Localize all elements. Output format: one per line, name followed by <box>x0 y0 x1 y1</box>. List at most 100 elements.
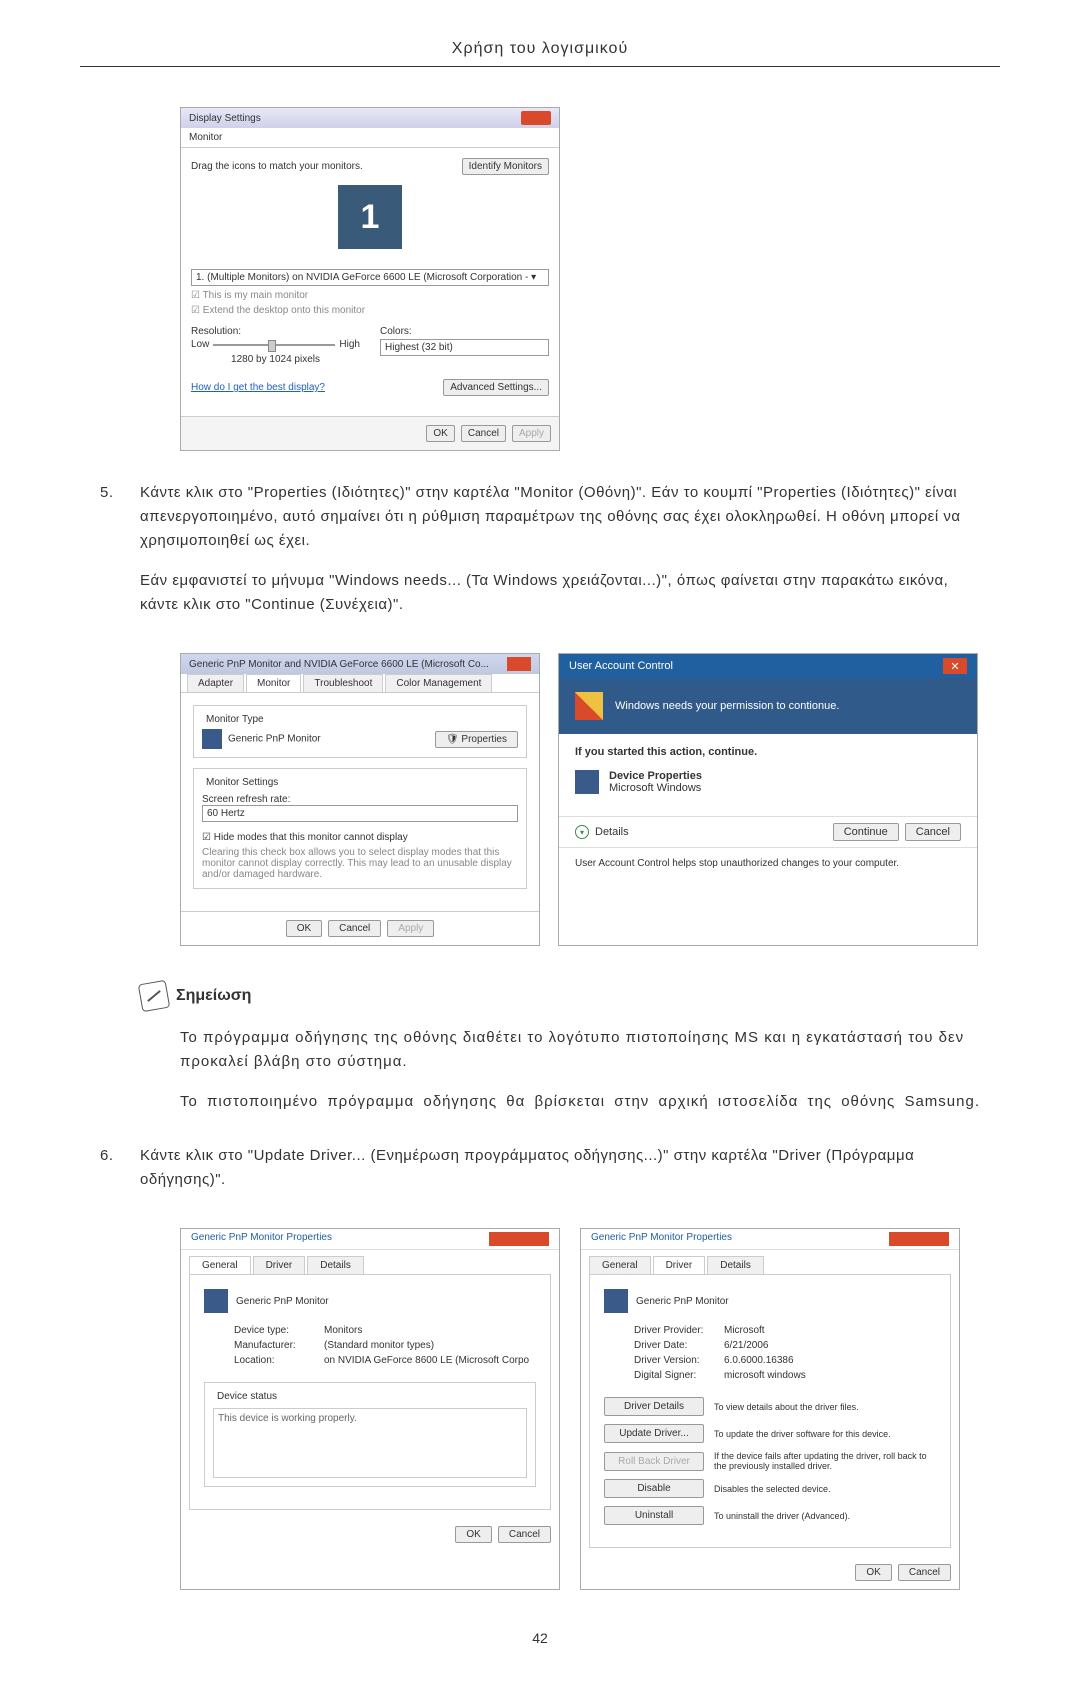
uac-ms-windows: Microsoft Windows <box>609 782 702 794</box>
close-icon[interactable] <box>489 1232 549 1246</box>
prop-drv-title: Generic PnP Monitor Properties <box>591 1232 732 1246</box>
tab-driver[interactable]: Driver <box>253 1256 306 1274</box>
tab-color-management[interactable]: Color Management <box>385 674 492 692</box>
step-5-para-2: Εάν εμφανιστεί το μήνυμα "Windows needs.… <box>140 569 980 617</box>
monitor-icon[interactable]: 1 <box>338 185 402 249</box>
provider-label: Driver Provider: <box>634 1325 724 1336</box>
chevron-down-icon[interactable]: ▾ <box>575 825 589 839</box>
cancel-button[interactable]: Cancel <box>898 1564 951 1581</box>
device-icon <box>575 770 599 794</box>
cancel-button[interactable]: Cancel <box>328 920 381 937</box>
device-status-text: This device is working properly. <box>213 1408 527 1478</box>
uac-title-text: User Account Control <box>569 660 673 672</box>
monitor-settings-group: Monitor Settings <box>202 777 282 788</box>
advanced-settings-button[interactable]: Advanced Settings... <box>443 379 549 396</box>
tab-details[interactable]: Details <box>307 1256 364 1274</box>
device-type-value: Monitors <box>324 1325 362 1336</box>
monitor-icon <box>202 729 222 749</box>
display-settings-window: Display Settings Monitor Drag the icons … <box>180 107 560 451</box>
location-label: Location: <box>234 1355 324 1366</box>
extend-desktop-check[interactable]: ☑ Extend the desktop onto this monitor <box>191 305 549 316</box>
device-status-label: Device status <box>213 1391 281 1402</box>
step-6-number: 6. <box>100 1144 124 1208</box>
page-number: 42 <box>80 1630 1000 1646</box>
uac-subtitle: If you started this action, continue. <box>575 746 961 758</box>
uac-device-prop: Device Properties <box>609 770 702 782</box>
hide-modes-check[interactable]: ☑ Hide modes that this monitor cannot di… <box>202 832 518 843</box>
shield-icon <box>575 692 603 720</box>
monitor-icon <box>204 1289 228 1313</box>
rollback-text: If the device fails after updating the d… <box>714 1451 936 1471</box>
monitor-type-group: Monitor Type <box>202 714 268 725</box>
tab-general[interactable]: General <box>189 1256 251 1274</box>
date-label: Driver Date: <box>634 1340 724 1351</box>
ok-button[interactable]: OK <box>455 1526 491 1543</box>
tab-adapter[interactable]: Adapter <box>187 674 244 692</box>
pnp-properties-general: Generic PnP Monitor Properties General D… <box>180 1228 560 1590</box>
update-driver-text: To update the driver software for this d… <box>714 1429 936 1439</box>
tab-driver[interactable]: Driver <box>653 1256 706 1274</box>
ds-monitor-tab[interactable]: Monitor <box>181 128 559 148</box>
disable-button[interactable]: Disable <box>604 1479 704 1498</box>
resolution-label: Resolution: <box>191 326 360 337</box>
cancel-button[interactable]: Cancel <box>905 823 961 841</box>
ok-button[interactable]: OK <box>286 920 322 937</box>
resolution-slider[interactable]: Low High <box>191 339 360 350</box>
apply-button: Apply <box>387 920 434 937</box>
properties-button[interactable]: 🛡 Properties <box>435 731 518 748</box>
manufacturer-label: Manufacturer: <box>234 1340 324 1351</box>
main-monitor-check[interactable]: ☑ This is my main monitor <box>191 290 549 301</box>
continue-button[interactable]: Continue <box>833 823 899 841</box>
tab-monitor[interactable]: Monitor <box>246 674 301 692</box>
update-driver-button[interactable]: Update Driver... <box>604 1424 704 1443</box>
close-icon[interactable] <box>521 111 551 125</box>
driver-details-button[interactable]: Driver Details <box>604 1397 704 1416</box>
hide-modes-text: Clearing this check box allows you to se… <box>202 847 518 880</box>
monitor-icon <box>604 1289 628 1313</box>
apply-button: Apply <box>512 425 551 442</box>
uninstall-button[interactable]: Uninstall <box>604 1506 704 1525</box>
monitor-combo[interactable]: 1. (Multiple Monitors) on NVIDIA GeForce… <box>191 269 549 286</box>
mon-dialog-title: Generic PnP Monitor and NVIDIA GeForce 6… <box>189 659 489 670</box>
tab-details[interactable]: Details <box>707 1256 764 1274</box>
colors-combo[interactable]: Highest (32 bit) <box>380 339 549 356</box>
uac-details-link[interactable]: Details <box>595 826 629 838</box>
provider-value: Microsoft <box>724 1325 765 1336</box>
rollback-button: Roll Back Driver <box>604 1452 704 1471</box>
note-icon <box>138 980 170 1012</box>
close-icon[interactable]: ✕ <box>943 658 967 674</box>
uac-dialog: User Account Control ✕ Windows needs you… <box>558 653 978 946</box>
ds-title-text: Display Settings <box>189 113 261 124</box>
identify-monitors-button[interactable]: Identify Monitors <box>462 158 549 175</box>
best-display-link[interactable]: How do I get the best display? <box>191 382 325 393</box>
refresh-rate-combo[interactable]: 60 Hertz <box>202 805 518 822</box>
ds-drag-text: Drag the icons to match your monitors. <box>191 161 363 172</box>
prop-drv-name: Generic PnP Monitor <box>636 1296 729 1307</box>
step-5-para-1: Κάντε κλικ στο "Properties (Ιδιότητες)" … <box>140 481 980 553</box>
close-icon[interactable] <box>507 657 531 671</box>
prop-gen-name: Generic PnP Monitor <box>236 1296 329 1307</box>
page-header: Χρήση του λογισμικού <box>80 40 1000 67</box>
ok-button[interactable]: OK <box>426 425 454 442</box>
version-label: Driver Version: <box>634 1355 724 1366</box>
colors-label: Colors: <box>380 326 549 337</box>
uninstall-text: To uninstall the driver (Advanced). <box>714 1511 936 1521</box>
note-para-1: Το πρόγραμμα οδήγησης της οθόνης διαθέτε… <box>180 1026 980 1074</box>
pnp-properties-driver: Generic PnP Monitor Properties General D… <box>580 1228 960 1590</box>
tab-troubleshoot[interactable]: Troubleshoot <box>303 674 383 692</box>
cancel-button[interactable]: Cancel <box>498 1526 551 1543</box>
monitor-properties-dialog: Generic PnP Monitor and NVIDIA GeForce 6… <box>180 653 540 946</box>
note-para-2: Το πιστοποιημένο πρόγραμμα οδήγησης θα β… <box>180 1090 980 1114</box>
ok-button[interactable]: OK <box>855 1564 891 1581</box>
uac-note-text: User Account Control helps stop unauthor… <box>559 848 977 879</box>
driver-details-text: To view details about the driver files. <box>714 1402 936 1412</box>
signer-label: Digital Signer: <box>634 1370 724 1381</box>
cancel-button[interactable]: Cancel <box>461 425 506 442</box>
step-5-number: 5. <box>100 481 124 633</box>
resolution-value: 1280 by 1024 pixels <box>191 354 360 365</box>
step-6-text: Κάντε κλικ στο "Update Driver... (Ενημέρ… <box>140 1144 980 1192</box>
close-icon[interactable] <box>889 1232 949 1246</box>
uac-banner-text: Windows needs your permission to contion… <box>615 700 839 712</box>
tab-general[interactable]: General <box>589 1256 651 1274</box>
signer-value: microsoft windows <box>724 1370 806 1381</box>
